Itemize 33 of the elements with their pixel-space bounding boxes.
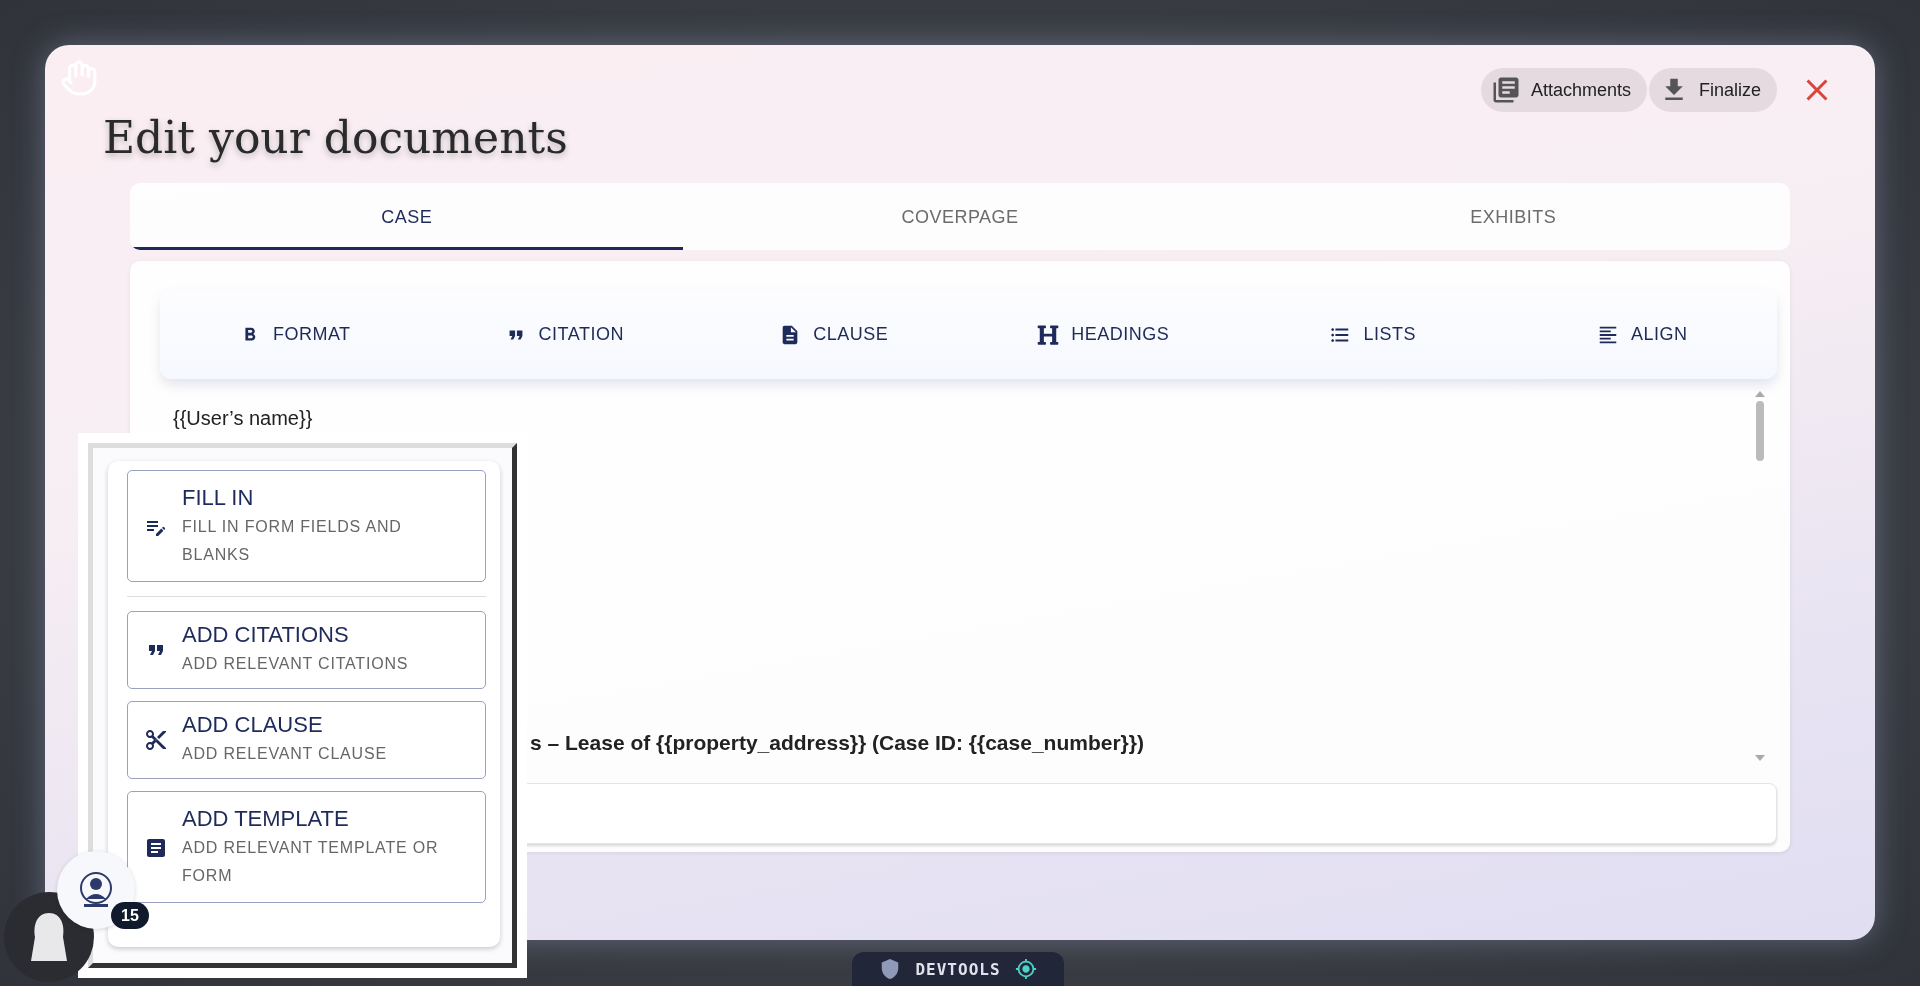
tab[interactable]: CASE	[130, 183, 684, 250]
devtools-bar[interactable]: DEVTOOLS	[852, 952, 1064, 986]
crosshair-icon[interactable]	[1014, 958, 1037, 980]
toolbar-button[interactable]: FORMAT	[160, 322, 430, 347]
menu-item-title: ADD TEMPLATE	[182, 806, 350, 832]
toolbar-button[interactable]: CLAUSE	[699, 322, 969, 347]
heading-icon	[1037, 323, 1060, 346]
document-icon	[144, 836, 168, 860]
tab[interactable]: COVERPAGE	[683, 183, 1237, 250]
menu-item[interactable]: ADD CLAUSE ADD RELEVANT CLAUSE	[127, 701, 486, 779]
finalize-button[interactable]: Finalize	[1648, 68, 1777, 112]
toolbar-button[interactable]: HEADINGS	[968, 322, 1238, 347]
menu-item-title: ADD CLAUSE	[182, 712, 324, 738]
menu-item[interactable]: FILL IN FILL IN FORM FIELDS AND BLANKS	[127, 470, 486, 582]
attachments-button[interactable]: Attachments	[1480, 68, 1647, 112]
menu-item-description: FILL IN FORM FIELDS AND BLANKS	[182, 517, 403, 565]
toolbar-button[interactable]: CITATION	[429, 322, 699, 347]
toolbar-button[interactable]: LISTS	[1238, 322, 1508, 347]
scissors-icon	[144, 728, 168, 752]
menu-item[interactable]: ADD CITATIONS ADD RELEVANT CITATIONS	[127, 611, 486, 689]
menu-item-description: ADD RELEVANT CLAUSE	[182, 744, 387, 764]
document-line: {{User’s name}}	[173, 407, 314, 430]
tab[interactable]: EXHIBITS	[1236, 183, 1790, 250]
menu-item-description: ADD RELEVANT TEMPLATE OR FORM	[182, 838, 440, 886]
menu-item[interactable]: ADD TEMPLATE ADD RELEVANT TEMPLATE OR FORM	[127, 791, 486, 903]
logo-icon	[79, 871, 113, 909]
document-heading: s – Lease of {{property_address}} (Case ID: {{case_number}})	[530, 731, 1144, 755]
devtools-label: DEVTOOLS	[915, 959, 1001, 979]
menu-item-title: ADD CITATIONS	[182, 622, 350, 648]
toolbar-button[interactable]: ALIGN	[1507, 322, 1777, 347]
menu-item-description: ADD RELEVANT CITATIONS	[182, 654, 409, 674]
menu-item-title: FILL IN	[182, 485, 255, 511]
window-title: Edit your documents	[103, 111, 568, 165]
